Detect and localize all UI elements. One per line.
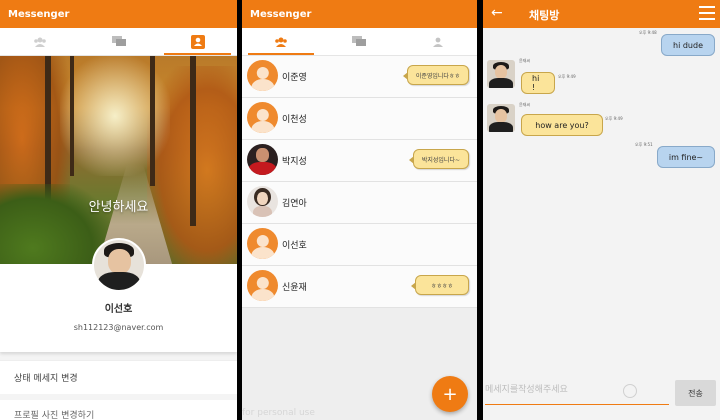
chat-screen: ← 채팅방 오후 9:48 hi dude 윤재씨 hi ! 오후 9:49 윤… <box>483 0 720 420</box>
friend-name: 김연아 <box>282 199 307 209</box>
tab-bar <box>0 28 237 56</box>
cover-photo: 안녕하세요 <box>0 56 237 264</box>
friend-list: 이준영 이준영입니다ㅎㅎ 이천성 박지성 박지성입니다~ 김연아 이선호 신윤재… <box>242 56 477 308</box>
friend-row[interactable]: 이선호 <box>242 224 477 266</box>
watermark-text: for personal use <box>242 408 315 418</box>
friend-row[interactable]: 이준영 이준영입니다ㅎㅎ <box>242 56 477 98</box>
tab-bar <box>242 28 477 56</box>
friend-name: 박지성 <box>282 157 307 167</box>
status-bubble: 이준영입니다ㅎㅎ <box>402 65 469 85</box>
tab-friends[interactable] <box>0 28 79 55</box>
message-timestamp: 오후 9:48 <box>639 30 657 35</box>
message-timestamp: 오후 9:49 <box>605 116 623 121</box>
friends-screen: Messenger 이준영 이준영입니다ㅎㅎ 이천성 박지성 박지성입니다~ 김… <box>242 0 477 420</box>
profile-screen: Messenger 안녕하세요 이선호 sh112123@naver.com 상… <box>0 0 237 420</box>
friend-name: 이선호 <box>282 241 307 251</box>
sender-name: 윤재씨 <box>519 102 531 107</box>
menu-icon[interactable] <box>699 6 715 20</box>
friend-name: 이천성 <box>282 115 307 125</box>
app-bar: Messenger <box>242 0 477 28</box>
tab-profile[interactable] <box>158 28 237 55</box>
friend-name: 신윤재 <box>282 283 307 293</box>
chat-title: 채팅방 <box>529 9 560 22</box>
other-message-bubble: hi ! <box>521 72 555 94</box>
sender-name: 윤재씨 <box>519 58 531 63</box>
greeting-text: 안녕하세요 <box>88 200 149 215</box>
avatar <box>247 186 278 217</box>
profile-name: 이선호 <box>104 304 133 315</box>
screen: Messenger 안녕하세요 이선호 sh112123@naver.com 상… <box>0 0 720 420</box>
avatar <box>247 60 278 91</box>
input-underline <box>485 404 669 405</box>
status-bubble: 박지성입니다~ <box>408 149 469 169</box>
change-profile-photo-button[interactable]: 프로필 사진 변경하기 <box>0 400 237 420</box>
profile-email: sh112123@naver.com <box>73 323 164 332</box>
avatar[interactable] <box>487 104 515 132</box>
person-icon <box>432 37 443 47</box>
other-message-bubble: how are you? <box>521 114 603 136</box>
friend-row[interactable]: 김연아 <box>242 182 477 224</box>
app-bar: Messenger <box>0 0 237 28</box>
app-title: Messenger <box>8 8 70 20</box>
tab-profile[interactable] <box>399 28 477 55</box>
friend-row[interactable]: 신윤재 ㅎㅎㅎㅎ <box>242 266 477 308</box>
avatar[interactable] <box>92 238 146 292</box>
message-timestamp: 오후 9:49 <box>558 74 576 79</box>
change-status-message-button[interactable]: 상태 메세지 변경 <box>0 360 237 394</box>
tab-friends[interactable] <box>242 28 320 55</box>
avatar <box>247 102 278 133</box>
add-friend-button[interactable]: + <box>432 376 468 412</box>
chat-icon <box>111 35 126 46</box>
my-message-bubble: hi dude <box>661 34 715 56</box>
message-input[interactable]: 메세지를작성해주세요 <box>485 382 625 395</box>
status-bubble: ㅎㅎㅎㅎ <box>411 275 469 295</box>
avatar <box>247 270 278 301</box>
friend-row[interactable]: 박지성 박지성입니다~ <box>242 140 477 182</box>
tab-chats[interactable] <box>79 28 158 55</box>
people-icon <box>275 37 287 47</box>
back-arrow-icon[interactable]: ← <box>491 5 503 21</box>
avatar[interactable] <box>487 60 515 88</box>
emoji-icon[interactable] <box>623 384 637 398</box>
avatar <box>247 144 278 175</box>
people-icon <box>33 37 46 47</box>
friend-row[interactable]: 이천성 <box>242 98 477 140</box>
app-bar: ← 채팅방 <box>483 0 720 28</box>
my-message-bubble: im fine~ <box>657 146 715 168</box>
avatar <box>247 228 278 259</box>
app-title: Messenger <box>250 8 312 20</box>
chat-icon <box>352 35 367 46</box>
message-timestamp: 오후 9:51 <box>635 142 653 147</box>
friend-name: 이준영 <box>282 73 307 83</box>
tab-chats[interactable] <box>320 28 398 55</box>
person-icon <box>190 34 205 49</box>
send-button[interactable]: 전송 <box>675 380 716 406</box>
